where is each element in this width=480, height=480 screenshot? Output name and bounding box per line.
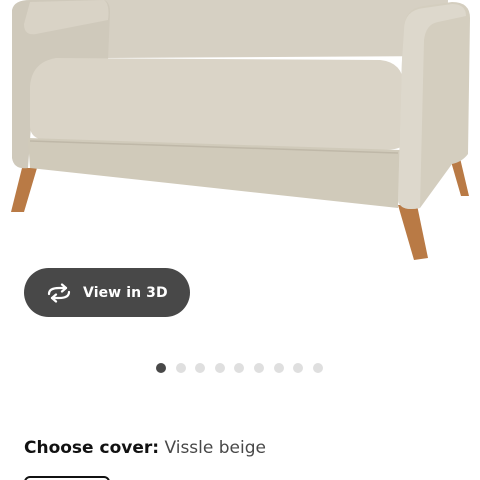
carousel-dot[interactable] <box>253 363 264 373</box>
cover-swatch-selected[interactable] <box>24 476 110 480</box>
image-carousel-dots <box>156 363 332 373</box>
sofa-base <box>28 138 400 208</box>
choose-cover-line: Choose cover: Vissle beige <box>24 438 266 458</box>
sofa-leg-front-left <box>11 168 37 212</box>
carousel-dot-active[interactable] <box>156 363 166 373</box>
carousel-dot[interactable] <box>175 363 186 373</box>
sofa-seat-cushion <box>30 58 404 150</box>
carousel-dot[interactable] <box>273 363 284 373</box>
view-in-3d-label: View in 3D <box>83 284 168 301</box>
sofa-backrest <box>104 0 448 58</box>
carousel-dot[interactable] <box>214 363 225 373</box>
carousel-dot[interactable] <box>293 363 304 373</box>
carousel-dot[interactable] <box>195 363 206 373</box>
view-in-3d-button[interactable]: View in 3D <box>24 268 190 317</box>
product-page: View in 3D Choose cover: Vissle beige <box>0 0 480 480</box>
sofa-image[interactable] <box>0 0 480 265</box>
cover-value: Vissle beige <box>164 438 266 458</box>
carousel-dot[interactable] <box>234 363 245 373</box>
choose-cover-label: Choose cover: <box>24 438 160 458</box>
carousel-dot[interactable] <box>312 363 323 373</box>
rotate-3d-icon <box>47 282 71 303</box>
sofa-leg-front-right <box>398 205 428 260</box>
